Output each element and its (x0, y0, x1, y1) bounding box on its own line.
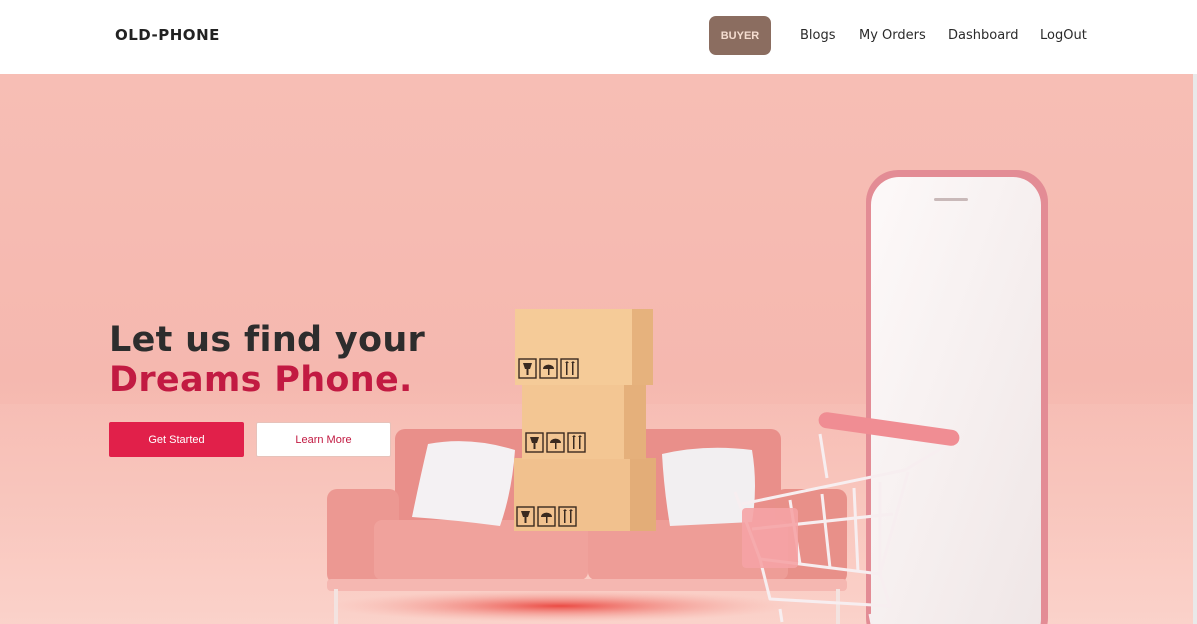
cardboard-boxes (514, 309, 656, 531)
page-scrollbar[interactable] (1193, 74, 1197, 624)
nav-link-logout[interactable]: LogOut (1040, 28, 1087, 43)
headline-line-1: Let us find your (109, 320, 426, 360)
nav-link-my-orders[interactable]: My Orders (859, 28, 926, 43)
buyer-role-button[interactable]: BUYER (709, 16, 771, 55)
headline-line-2: Dreams Phone. (109, 360, 413, 400)
hero-headline: Let us find your Dreams Phone. (109, 320, 425, 400)
get-started-button[interactable]: Get Started (109, 422, 244, 457)
top-navbar: OLD-PHONE BUYER Blogs My Orders Dashboar… (0, 0, 1197, 74)
hero-banner: Let us find your Dreams Phone. Get Start… (0, 74, 1197, 624)
brand-logo[interactable]: OLD-PHONE (115, 26, 220, 44)
nav-link-blogs[interactable]: Blogs (800, 28, 836, 43)
smartphone-icon (866, 170, 1048, 624)
nav-link-dashboard[interactable]: Dashboard (948, 28, 1019, 43)
learn-more-button[interactable]: Learn More (256, 422, 391, 457)
